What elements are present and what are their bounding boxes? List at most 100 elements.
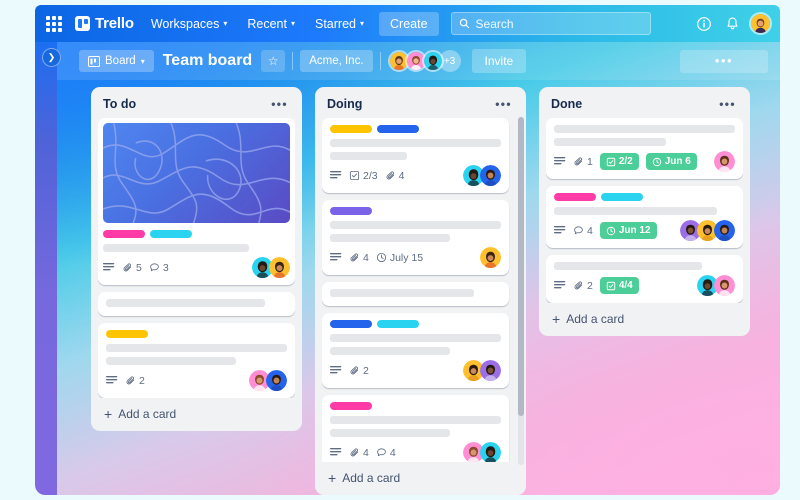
invite-button[interactable]: Invite — [471, 49, 527, 73]
create-button[interactable]: Create — [379, 11, 439, 36]
label-purple — [330, 207, 372, 215]
add-card-label: Add a card — [342, 471, 401, 485]
list-header-todo: To do ••• — [98, 94, 295, 118]
card-labels — [330, 402, 501, 410]
attachment-meta: 1 — [573, 156, 593, 168]
description-icon — [330, 170, 342, 181]
card-footer: 4 Jun 12 — [554, 220, 735, 241]
add-card-done[interactable]: + Add a card — [546, 303, 743, 336]
attachment-meta: 4 — [349, 447, 369, 459]
workspace-badge[interactable]: Acme, Inc. — [300, 50, 373, 72]
card-avatar[interactable] — [714, 151, 735, 172]
card-doing-3[interactable] — [322, 282, 509, 306]
comment-meta: 4 — [376, 447, 396, 459]
card-avatar[interactable] — [266, 370, 287, 391]
attachment-count: 4 — [363, 251, 369, 264]
card-done-1[interactable]: 1 2/2 Jun 6 — [546, 118, 743, 179]
search-input[interactable]: Search — [450, 12, 651, 35]
description-icon — [554, 156, 566, 167]
card-footer: 4 July 15 — [330, 247, 501, 268]
checklist-complete-badge: 4/4 — [599, 277, 639, 294]
card-todo-2[interactable] — [98, 292, 295, 316]
card-avatar[interactable] — [714, 220, 735, 241]
due-date-meta: July 15 — [376, 252, 423, 264]
card-doing-5[interactable]: 4 4 — [322, 395, 509, 462]
list-todo: To do ••• 5 3 2 + Add a card — [91, 87, 302, 431]
nav-item-starred[interactable]: Starred ▾ — [308, 12, 371, 36]
member-avatar-3[interactable] — [421, 50, 444, 72]
card-cover-todo-1[interactable]: 5 3 — [98, 118, 295, 285]
card-footer: 4 4 — [330, 442, 501, 462]
attachment-meta: 2 — [349, 365, 369, 377]
card-done-3[interactable]: 2 4/4 — [546, 255, 743, 303]
divider — [379, 52, 381, 70]
description-icon — [330, 252, 342, 263]
board-view-switcher[interactable]: Board ▾ — [79, 50, 154, 72]
trello-logo[interactable]: Trello — [71, 15, 138, 32]
plus-icon: + — [328, 470, 337, 486]
board-title[interactable]: Team board — [161, 52, 255, 70]
notification-bell-icon[interactable] — [721, 13, 743, 35]
clock-icon — [652, 157, 661, 166]
info-icon[interactable] — [693, 13, 715, 35]
clock-icon — [606, 226, 616, 235]
list-menu-icon[interactable]: ••• — [716, 98, 739, 110]
card-doing-4[interactable]: 2 — [322, 313, 509, 388]
board-menu-button[interactable]: ••• — [680, 49, 768, 73]
checklist-count: 2/3 — [363, 169, 378, 182]
card-doing-1[interactable]: 2/3 4 — [322, 118, 509, 193]
card-cover-image — [103, 123, 290, 223]
card-avatar[interactable] — [714, 275, 735, 296]
trello-mark-icon — [75, 16, 90, 31]
add-card-doing[interactable]: + Add a card — [322, 462, 519, 495]
grid-apps-icon[interactable] — [43, 13, 65, 35]
card-title-placeholder — [554, 207, 717, 215]
nav-item-starred-label: Starred — [315, 16, 356, 31]
card-labels — [330, 125, 501, 133]
attachment-count: 1 — [587, 155, 593, 168]
card-todo-3[interactable]: 2 — [98, 323, 295, 398]
card-done-2[interactable]: 4 Jun 12 — [546, 186, 743, 248]
card-doing-2[interactable]: 4 July 15 — [322, 200, 509, 275]
list-menu-icon[interactable]: ••• — [492, 98, 515, 110]
card-avatar[interactable] — [480, 360, 501, 381]
card-title-placeholder — [330, 139, 501, 147]
list-scrollbar[interactable] — [518, 117, 524, 465]
attachment-icon — [350, 253, 359, 262]
nav-item-recent[interactable]: Recent ▾ — [240, 12, 302, 36]
list-menu-icon[interactable]: ••• — [268, 98, 291, 110]
nav-item-workspaces[interactable]: Workspaces ▾ — [144, 12, 235, 36]
trello-app-window: Trello Workspaces ▾ Recent ▾ Starred ▾ C… — [35, 5, 780, 495]
attachment-icon — [123, 263, 132, 272]
card-avatars — [480, 247, 501, 268]
attachment-icon — [350, 366, 359, 375]
sidebar-expand-chevron-right-icon[interactable]: ❯ — [42, 48, 61, 67]
add-card-label: Add a card — [566, 312, 625, 326]
list-title-todo: To do — [103, 97, 137, 111]
card-title-placeholder — [106, 344, 287, 352]
list-done: Done ••• 1 2/2 Jun 6 4 Jun 12 2 4/4 + Ad… — [539, 87, 750, 336]
card-avatar[interactable] — [269, 257, 290, 278]
card-footer: 5 3 — [103, 257, 290, 278]
add-card-todo[interactable]: + Add a card — [98, 398, 295, 431]
scrollbar-thumb[interactable] — [518, 117, 524, 417]
card-subtitle-placeholder — [330, 152, 407, 160]
card-avatar[interactable] — [480, 165, 501, 186]
user-avatar[interactable] — [749, 12, 772, 35]
attachment-count: 4 — [398, 169, 405, 182]
card-avatar[interactable] — [480, 247, 501, 268]
card-title-placeholder — [554, 125, 735, 133]
list-title-done: Done — [551, 97, 583, 111]
comment-count: 4 — [587, 224, 593, 237]
card-title-placeholder — [554, 262, 703, 270]
attachment-count: 2 — [139, 374, 145, 387]
card-avatars — [252, 257, 290, 278]
description-icon — [106, 375, 118, 386]
cards-doing: 2/3 4 4 July 15 2 4 4 — [322, 118, 519, 462]
attachment-icon — [350, 448, 359, 457]
star-board-icon[interactable]: ☆ — [261, 50, 286, 72]
label-cyan — [377, 320, 419, 328]
comment-count: 4 — [389, 446, 396, 459]
card-avatar[interactable] — [480, 442, 501, 462]
cards-todo: 5 3 2 — [98, 118, 295, 398]
